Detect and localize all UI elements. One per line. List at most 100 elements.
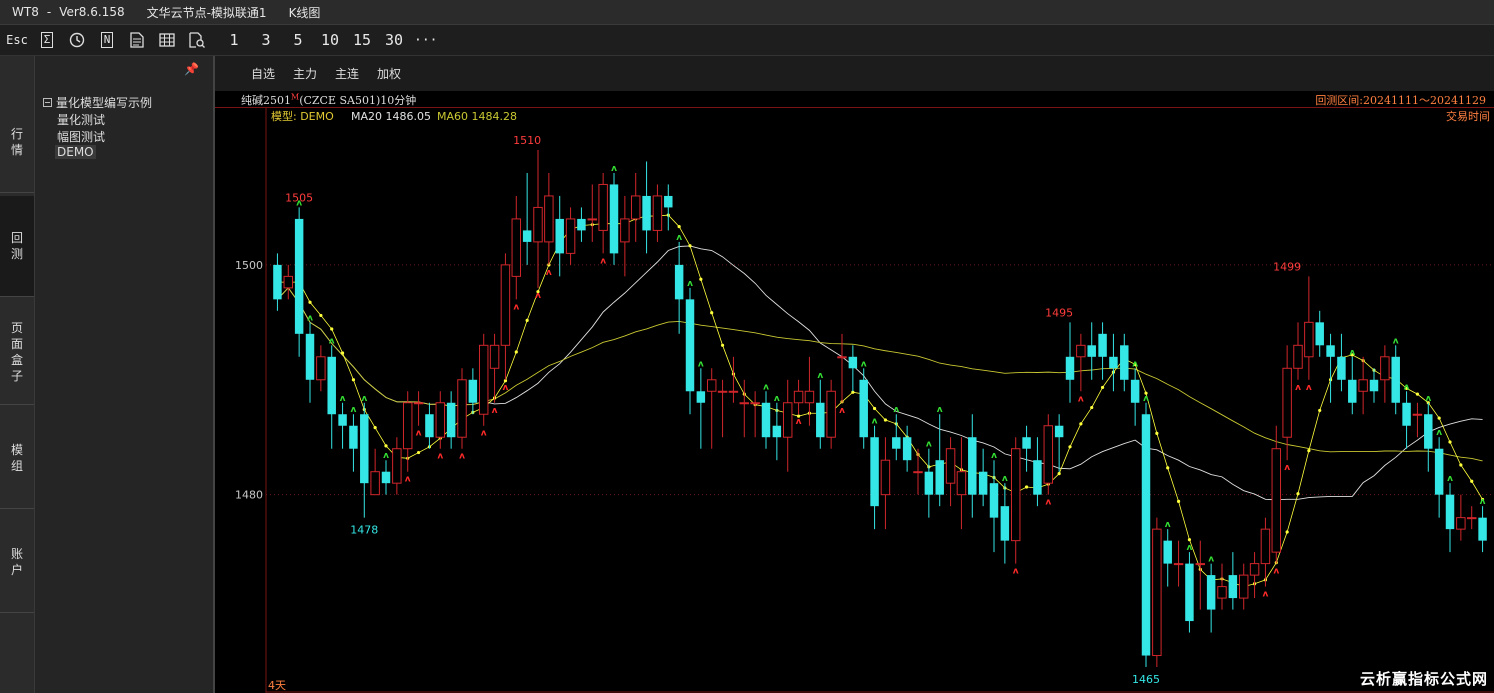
period-15-button[interactable]: 15	[350, 29, 374, 51]
model-tree-panel: 📌 量化模型编写示例 量化测试 幅图测试 DEMO	[35, 56, 213, 693]
more-button[interactable]: ···	[414, 29, 437, 51]
esc-button[interactable]: Esc	[6, 29, 28, 51]
sell-signal-icon: ʌ	[1045, 498, 1051, 508]
candle-body	[793, 390, 804, 404]
buy-signal-icon: ʌ	[763, 382, 769, 392]
candle-body	[913, 471, 923, 474]
buy-signal-icon: ʌ	[611, 164, 617, 174]
candle-body	[826, 390, 836, 438]
candle-body	[1173, 563, 1184, 566]
tree-item-subchart-test[interactable]: 幅图测试	[55, 128, 107, 145]
low-label: 1478	[350, 524, 378, 537]
candle-body	[598, 183, 608, 231]
buy-signal-icon: ʌ	[1393, 336, 1399, 346]
symbol-label: 纯碱2501M(CZCE SA501)10分钟	[241, 92, 416, 108]
clock-button[interactable]	[66, 29, 88, 51]
candle-body	[1337, 356, 1346, 380]
document-icon	[130, 32, 144, 48]
period-5-button[interactable]: 5	[286, 29, 310, 51]
signal-dot	[1307, 449, 1311, 453]
watermark: 云析赢指标公式网	[1359, 670, 1488, 688]
tree-item-demo[interactable]: DEMO	[55, 145, 96, 159]
side-tab-modules[interactable]: 模 组	[0, 408, 34, 509]
period-1-button[interactable]: 1	[222, 29, 246, 51]
buy-signal-icon: ʌ	[329, 336, 335, 346]
period-10-button[interactable]: 10	[318, 29, 342, 51]
clock-icon	[69, 32, 85, 48]
candle-body	[837, 356, 847, 359]
side-nav: 行 情 回 测 页 面 盒 子 模 组 账 户	[0, 56, 35, 693]
sigma-button[interactable]: Σ	[36, 29, 58, 51]
tree-root[interactable]: 量化模型编写示例	[43, 94, 152, 111]
candle-body	[544, 195, 554, 243]
tree-item-quant-test[interactable]: 量化测试	[55, 111, 107, 128]
legend-trade-time: 交易时间	[1446, 109, 1490, 123]
candle-body	[674, 264, 684, 300]
sell-signal-icon: ʌ	[1273, 567, 1279, 577]
period-3-button[interactable]: 3	[254, 29, 278, 51]
candle-body	[989, 483, 999, 518]
symbol-name: 纯碱2501	[241, 94, 291, 107]
y-tick-label: 1480	[235, 489, 263, 502]
candle-body	[902, 437, 912, 461]
backtest-range: 回测区间:20241111～20241129	[1315, 94, 1486, 107]
candle-body	[1369, 379, 1379, 392]
side-tab-account-label: 账 户	[10, 547, 23, 577]
buy-signal-icon: ʌ	[1002, 474, 1008, 484]
period-30-button[interactable]: 30	[382, 29, 406, 51]
sell-signal-icon: ʌ	[1306, 383, 1312, 393]
sell-signal-icon: ʌ	[839, 406, 845, 416]
tab-weighted[interactable]: 加权	[377, 65, 401, 82]
signal-dot	[1415, 392, 1420, 396]
candle-body	[956, 471, 967, 496]
sell-signal-icon: ʌ	[416, 429, 422, 439]
signal-dot	[883, 418, 888, 422]
buy-signal-icon: ʌ	[1404, 382, 1410, 392]
candle-body	[1249, 563, 1260, 576]
candle-body	[468, 379, 478, 403]
side-tab-page-box[interactable]: 页 面 盒 子	[0, 300, 34, 405]
candle-body	[1130, 379, 1140, 403]
symbol-code: (CZCE SA501)10分钟	[299, 94, 417, 107]
sell-signal-icon: ʌ	[1013, 567, 1019, 577]
buy-signal-icon: ʌ	[340, 394, 346, 404]
signal-dot	[1068, 445, 1072, 449]
candle-body	[1043, 425, 1054, 484]
document-button[interactable]	[126, 29, 148, 51]
buy-signal-icon: ʌ	[817, 371, 823, 381]
signal-dot	[1285, 530, 1289, 534]
side-tab-quotes[interactable]: 行 情	[0, 92, 34, 193]
tab-watchlist[interactable]: 自选	[251, 65, 275, 82]
legend-ma20: MA20 1486.05	[351, 110, 431, 123]
side-tab-backtest[interactable]: 回 测	[0, 196, 34, 297]
search-doc-button[interactable]	[186, 29, 208, 51]
side-tab-account[interactable]: 账 户	[0, 512, 34, 613]
sell-signal-icon: ʌ	[1295, 383, 1301, 393]
news-button[interactable]: N	[96, 29, 118, 51]
side-tab-modules-label: 模 组	[10, 443, 23, 473]
candle-body	[848, 356, 858, 369]
candle-body	[1206, 575, 1216, 610]
candle-body	[370, 471, 380, 496]
high-label: 1495	[1045, 306, 1073, 319]
tab-continuous[interactable]: 主连	[335, 65, 359, 82]
signal-dot	[1296, 492, 1300, 496]
sell-signal-icon: ʌ	[546, 268, 552, 278]
candle-body	[533, 206, 543, 243]
candle-body	[338, 414, 347, 426]
pin-icon[interactable]: 📌	[184, 62, 199, 76]
candle-body	[283, 275, 294, 289]
buy-signal-icon: ʌ	[361, 394, 367, 404]
main-mark: M	[291, 92, 300, 102]
kline-chart[interactable]: 模型: DEMO MA20 1486.05 MA60 1484.28 交易时间 1500…	[215, 107, 1494, 693]
candle-body	[642, 195, 651, 231]
collapse-icon[interactable]	[43, 98, 52, 107]
signal-dot	[1470, 479, 1474, 483]
low-label: 1465	[1132, 673, 1160, 686]
title-bar: WT8 - Ver8.6.158 文华云节点-模拟联通1 K线图	[0, 0, 1494, 25]
candle-body	[685, 299, 695, 392]
table-button[interactable]	[156, 29, 178, 51]
sell-signal-icon: ʌ	[535, 291, 541, 301]
candle-body	[1402, 402, 1411, 426]
tab-main[interactable]: 主力	[293, 65, 317, 82]
